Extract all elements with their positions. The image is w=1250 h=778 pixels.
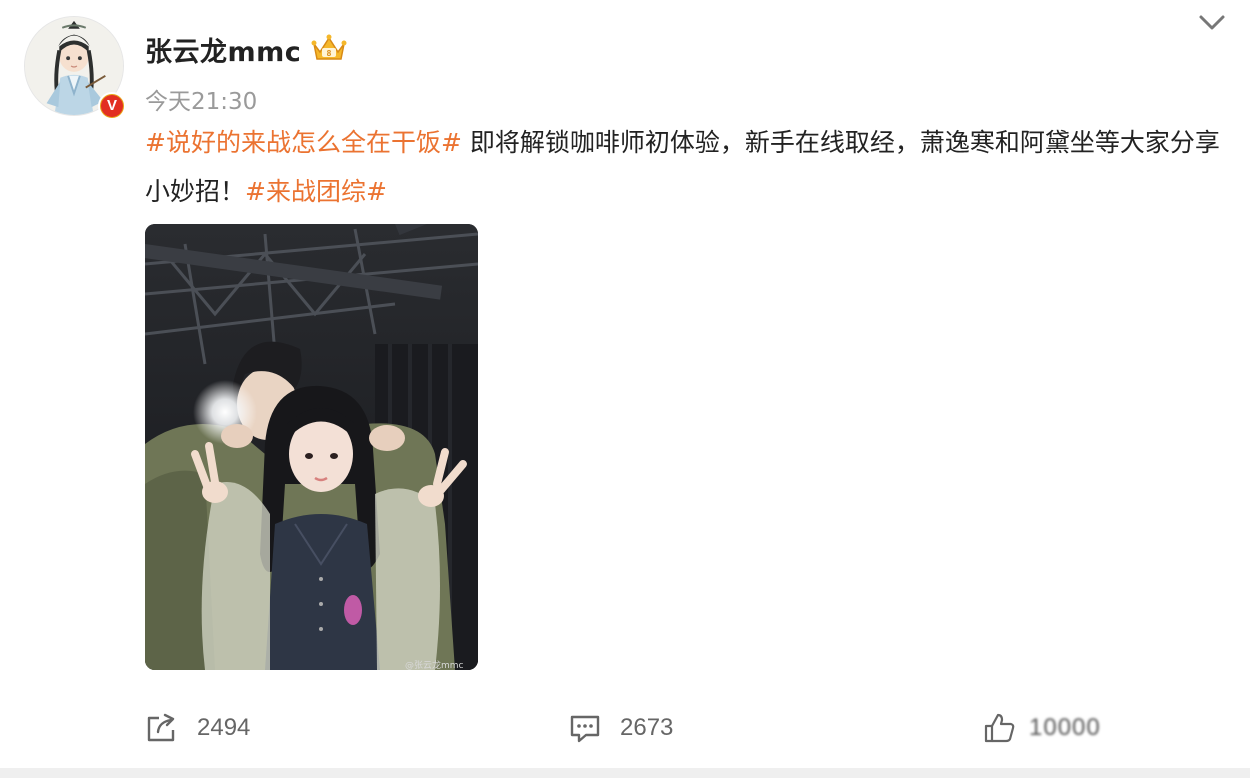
comment-icon <box>570 715 600 743</box>
crown-icon: 8 <box>311 34 347 60</box>
hashtag-link[interactable]: #来战团综# <box>245 177 387 206</box>
svg-text:8: 8 <box>327 49 332 58</box>
weibo-post-card: V 张云龙mmc 8 今天21:30 #说好的来战怎么全在干饭# 即将解锁咖啡师… <box>0 0 1250 778</box>
post-timestamp: 今天21:30 <box>145 89 258 115</box>
repost-icon <box>147 713 175 742</box>
thumbs-up-icon <box>984 713 1015 743</box>
image-watermark: @张云龙mmc <box>405 661 464 670</box>
hashtag-link[interactable]: #说好的来战怎么全在干饭# <box>145 128 462 157</box>
chevron-down-icon[interactable] <box>1196 8 1228 36</box>
comment-button[interactable]: 2673 <box>568 712 673 744</box>
repost-button[interactable]: 2494 <box>145 712 250 744</box>
comment-count: 2673 <box>620 714 674 741</box>
verified-badge: V <box>98 92 126 120</box>
verified-badge-letter: V <box>101 95 123 117</box>
repost-count: 2494 <box>197 714 251 741</box>
like-button[interactable]: 10000 <box>983 712 1101 744</box>
card-divider <box>0 768 1250 778</box>
post-text: #说好的来战怎么全在干饭# 即将解锁咖啡师初体验，新手在线取经，萧逸寒和阿黛坐等… <box>145 118 1235 216</box>
post-image[interactable]: @张云龙mmc <box>145 224 478 670</box>
like-count: 10000 <box>1029 714 1101 741</box>
username[interactable]: 张云龙mmc <box>145 30 301 69</box>
